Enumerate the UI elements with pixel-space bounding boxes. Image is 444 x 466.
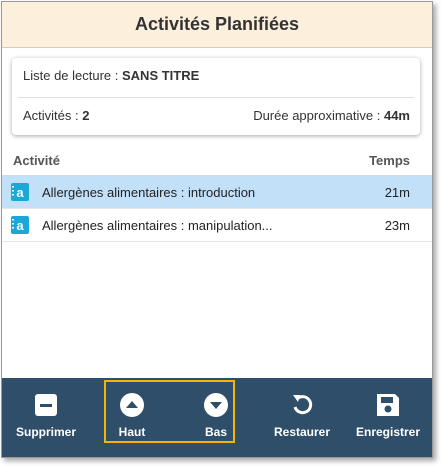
activities-count: 2 bbox=[82, 108, 90, 123]
floppy-disk-icon bbox=[377, 394, 399, 416]
delete-button[interactable]: Supprimer bbox=[2, 378, 90, 457]
restore-label: Restaurer bbox=[273, 425, 331, 439]
activity-time: 21m bbox=[384, 185, 410, 200]
playlist-label: Liste de lecture : bbox=[23, 68, 122, 83]
activity-list: a Allergènes alimentaires : introduction… bbox=[2, 176, 432, 242]
duration-row: Durée approximative : 44m bbox=[253, 108, 410, 123]
delete-label: Supprimer bbox=[15, 425, 76, 439]
activities-label: Activités : bbox=[23, 108, 83, 123]
minus-box-icon bbox=[35, 394, 57, 416]
bottom-toolbar: Supprimer Haut Bas Restaurer Enregistrer bbox=[2, 378, 432, 457]
column-time: Temps bbox=[369, 153, 410, 168]
chevron-up-circle-icon bbox=[120, 393, 144, 417]
activity-label: Allergènes alimentaires : manipulation..… bbox=[42, 218, 273, 233]
move-down-button[interactable]: Bas bbox=[174, 378, 258, 457]
svg-text:a: a bbox=[16, 218, 24, 233]
header: Activités Planifiées bbox=[2, 2, 432, 48]
scheduled-activities-window: Activités Planifiées Liste de lecture : … bbox=[1, 1, 433, 458]
activity-label: Allergènes alimentaires : introduction bbox=[42, 185, 256, 200]
list-item[interactable]: a Allergènes alimentaires : introduction… bbox=[2, 176, 432, 209]
duration-value: 44m bbox=[383, 108, 410, 123]
move-down-label: Bas bbox=[204, 425, 227, 439]
activity-time: 23m bbox=[384, 218, 410, 233]
list-item[interactable]: a Allergènes alimentaires : manipulation… bbox=[2, 209, 432, 242]
playlist-summary-card: Liste de lecture : SANS TITRE Activités … bbox=[12, 58, 420, 135]
activities-count-row: Activités : 2 bbox=[23, 108, 89, 123]
svg-text:a: a bbox=[16, 185, 24, 200]
playlist-name: SANS TITRE bbox=[122, 68, 200, 83]
move-up-button[interactable]: Haut bbox=[90, 378, 174, 457]
column-activity: Activité bbox=[13, 153, 60, 168]
chevron-down-circle-icon bbox=[204, 393, 228, 417]
activity-icon: a bbox=[11, 183, 29, 201]
move-up-label: Haut bbox=[118, 425, 146, 439]
save-button[interactable]: Enregistrer bbox=[344, 378, 432, 457]
activity-icon: a bbox=[11, 216, 29, 234]
duration-label: Durée approximative : bbox=[253, 108, 384, 123]
playlist-row: Liste de lecture : SANS TITRE bbox=[23, 68, 199, 83]
page-title: Activités Planifiées bbox=[134, 14, 300, 34]
divider bbox=[18, 97, 414, 98]
restore-icon bbox=[293, 395, 313, 415]
save-label: Enregistrer bbox=[355, 425, 421, 439]
restore-button[interactable]: Restaurer bbox=[260, 378, 344, 457]
column-header: Activité Temps bbox=[2, 147, 432, 176]
